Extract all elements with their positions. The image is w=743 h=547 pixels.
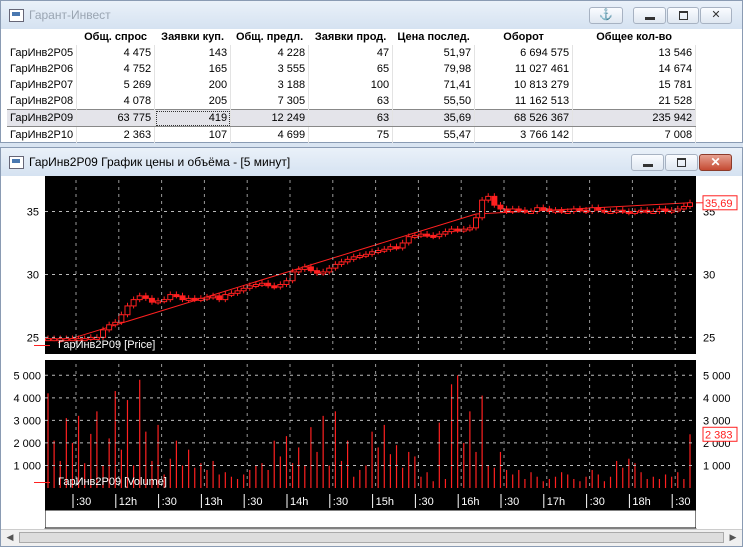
table-header-row: Общ. спрос Заявки куп. Общ. предл. Заявк…: [7, 29, 696, 45]
quotes-table: Общ. спрос Заявки куп. Общ. предл. Заявк…: [7, 29, 697, 143]
cell-last-price: 55,50: [392, 93, 476, 110]
column-header-last-price[interactable]: Цена послед.: [393, 29, 475, 45]
close-icon: ✕: [711, 9, 721, 21]
cell-name: ГарИнв2Р06: [7, 61, 78, 77]
column-header-name[interactable]: [7, 29, 77, 45]
close-button[interactable]: ✕: [700, 7, 732, 24]
cell-last-price: 55,47: [392, 126, 476, 143]
cell-demand: 4 475: [76, 45, 156, 61]
chart-app-icon: [9, 156, 24, 169]
anchor-icon: ⚓: [599, 9, 613, 21]
cell-demand: 63 775: [76, 109, 156, 127]
cell-name: ГарИнв2Р07: [7, 77, 78, 93]
cell-bids: 200: [154, 77, 232, 93]
scroll-thumb[interactable]: [19, 532, 724, 543]
cell-total-qty: 14 674: [572, 61, 697, 77]
column-header-demand[interactable]: Общ. спрос: [77, 29, 155, 45]
maximize-button[interactable]: [667, 7, 699, 24]
table-row[interactable]: ГарИнв2Р06 4 752 165 3 555 65 79,98 11 0…: [7, 61, 697, 77]
cell-bids: 143: [154, 45, 232, 61]
price-legend-label: ГарИнв2Р09 [Price]: [58, 339, 156, 351]
column-header-asks[interactable]: Заявки прод.: [309, 29, 393, 45]
cell-name: ГарИнв2Р08: [7, 93, 78, 110]
cell-demand: 5 269: [76, 77, 156, 93]
column-header-turnover[interactable]: Оборот: [475, 29, 573, 45]
cell-asks: 63: [308, 109, 394, 127]
cell-name: ГарИнв2Р09: [7, 109, 78, 127]
cell-demand: 4 752: [76, 61, 156, 77]
price-legend-line: [34, 344, 50, 346]
maximize-button[interactable]: [665, 154, 698, 171]
cell-total-qty: 7 008: [572, 126, 697, 143]
minimize-button[interactable]: [633, 7, 666, 24]
cell-turnover: 11 027 461: [474, 61, 574, 77]
volume-legend-label: ГарИнв2Р09 [Volume]: [58, 476, 167, 488]
quotes-window: Гарант-Инвест ⚓ ✕ Общ. спрос Заявки куп.…: [0, 0, 743, 143]
cell-total-qty: 13 546: [572, 45, 697, 61]
anchor-button[interactable]: ⚓: [589, 7, 623, 24]
cell-supply: 12 249: [230, 109, 310, 127]
close-icon: ✕: [710, 155, 721, 169]
cell-demand: 4 078: [76, 93, 156, 110]
quotes-window-title: Гарант-Инвест: [29, 8, 111, 22]
cell-demand: 2 363: [76, 126, 156, 143]
cell-turnover: 3 766 142: [474, 126, 574, 143]
cell-supply: 3 188: [230, 77, 310, 93]
cell-total-qty: 21 528: [572, 93, 697, 110]
cell-supply: 7 305: [230, 93, 310, 110]
scroll-left-arrow-icon[interactable]: ◀: [3, 531, 17, 544]
cell-turnover: 68 526 367: [474, 109, 574, 127]
cell-supply: 4 228: [230, 45, 310, 61]
close-button[interactable]: ✕: [699, 154, 732, 171]
column-header-bids[interactable]: Заявки куп.: [155, 29, 231, 45]
cell-asks: 63: [308, 93, 394, 110]
volume-legend-line: [34, 481, 50, 483]
cell-bids: 205: [154, 93, 232, 110]
cell-bids: 107: [154, 126, 232, 143]
cell-turnover: 6 694 575: [474, 45, 574, 61]
horizontal-scrollbar[interactable]: ◀ ▶: [1, 529, 742, 546]
table-row-selected[interactable]: ГарИнв2Р09 63 775 419 12 249 63 35,69 68…: [7, 109, 697, 127]
table-app-icon: [9, 9, 24, 22]
quotes-titlebar[interactable]: Гарант-Инвест ⚓ ✕: [1, 1, 742, 29]
volume-legend: ГарИнв2Р09 [Volume]: [34, 476, 167, 488]
table-row[interactable]: ГарИнв2Р05 4 475 143 4 228 47 51,97 6 69…: [7, 45, 697, 61]
table-row[interactable]: ГарИнв2Р07 5 269 200 3 188 100 71,41 10 …: [7, 77, 697, 93]
cell-name: ГарИнв2Р05: [7, 45, 78, 61]
cell-name: ГарИнв2Р10: [7, 126, 78, 143]
minimize-button[interactable]: [631, 154, 664, 171]
cell-total-qty: 15 781: [572, 77, 697, 93]
column-header-supply[interactable]: Общ. предл.: [231, 29, 309, 45]
cell-supply: 4 699: [230, 126, 310, 143]
cell-asks: 75: [308, 126, 394, 143]
table-row[interactable]: ГарИнв2Р10 2 363 107 4 699 75 55,47 3 76…: [7, 126, 697, 143]
column-header-total-qty[interactable]: Общее кол-во: [573, 29, 696, 45]
cell-bids-focused[interactable]: 419: [154, 109, 232, 127]
cell-turnover: 10 813 279: [474, 77, 574, 93]
cell-supply: 3 555: [230, 61, 310, 77]
cell-asks: 65: [308, 61, 394, 77]
chart-window-title: ГарИнв2Р09 График цены и объёма - [5 мин…: [29, 155, 291, 169]
cell-asks: 100: [308, 77, 394, 93]
chart-titlebar[interactable]: ГарИнв2Р09 График цены и объёма - [5 мин…: [1, 148, 742, 176]
cell-asks: 47: [308, 45, 394, 61]
price-legend: ГарИнв2Р09 [Price]: [34, 339, 155, 351]
cell-total-qty: 235 942: [572, 109, 697, 127]
cell-last-price: 35,69: [392, 109, 476, 127]
scroll-right-arrow-icon[interactable]: ▶: [726, 531, 740, 544]
cell-bids: 165: [154, 61, 232, 77]
cell-turnover: 11 162 513: [474, 93, 574, 110]
table-row[interactable]: ГарИнв2Р08 4 078 205 7 305 63 55,50 11 1…: [7, 93, 697, 110]
cell-last-price: 79,98: [392, 61, 476, 77]
cell-last-price: 51,97: [392, 45, 476, 61]
cell-last-price: 71,41: [392, 77, 476, 93]
